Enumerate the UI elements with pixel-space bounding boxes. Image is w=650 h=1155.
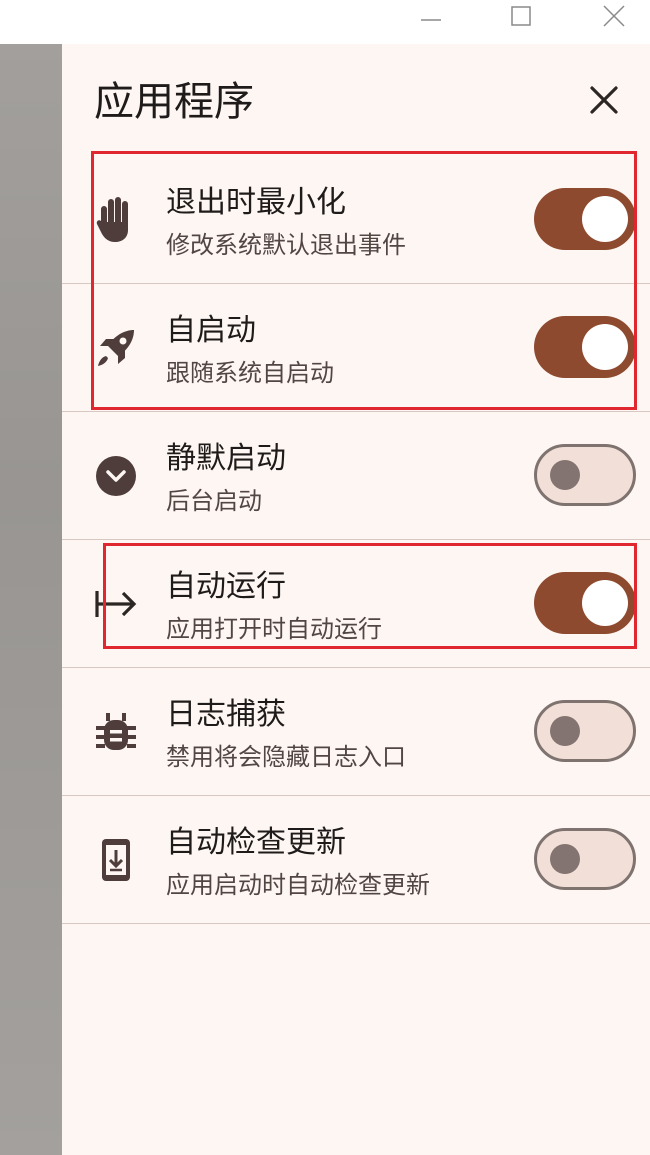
setting-auto-check-update: 自动检查更新 应用启动时自动检查更新	[62, 796, 650, 924]
bug-icon	[92, 708, 140, 756]
setting-subtitle: 应用启动时自动检查更新	[166, 871, 430, 899]
setting-minimize-on-exit: 退出时最小化 修改系统默认退出事件	[62, 156, 650, 284]
setting-title: 日志捕获	[166, 697, 286, 732]
settings-list: 退出时最小化 修改系统默认退出事件 自启动 跟随系统自启动 静默启动 后台启动 …	[62, 156, 650, 924]
minimize-icon	[421, 19, 441, 21]
log-capture-toggle[interactable]	[534, 700, 636, 762]
toggle-thumb	[550, 844, 580, 874]
phone-download-icon	[92, 836, 140, 884]
close-icon	[603, 5, 625, 27]
toggle-thumb	[582, 580, 628, 626]
panel-close-button[interactable]	[584, 80, 624, 120]
setting-title: 自动检查更新	[166, 825, 346, 860]
window-titlebar	[0, 0, 650, 44]
setting-title: 自动运行	[166, 569, 286, 604]
auto-check-update-toggle[interactable]	[534, 828, 636, 890]
minimize-on-exit-toggle[interactable]	[534, 188, 636, 250]
autostart-toggle[interactable]	[534, 316, 636, 378]
setting-subtitle: 禁用将会隐藏日志入口	[166, 743, 406, 771]
setting-title: 自启动	[166, 313, 256, 348]
setting-title: 退出时最小化	[166, 185, 346, 220]
setting-subtitle: 后台启动	[166, 487, 262, 515]
toggle-thumb	[582, 324, 628, 370]
setting-log-capture: 日志捕获 禁用将会隐藏日志入口	[62, 668, 650, 796]
toggle-thumb	[550, 460, 580, 490]
maximize-icon	[511, 6, 531, 26]
toggle-thumb	[550, 716, 580, 746]
chevron-down-circle-icon	[92, 452, 140, 500]
arrow-right-to-line-icon	[92, 580, 140, 628]
close-window-button[interactable]	[591, 0, 637, 32]
minimize-button[interactable]	[408, 0, 454, 32]
setting-title: 静默启动	[166, 441, 286, 476]
setting-subtitle: 跟随系统自启动	[166, 359, 334, 387]
dimmed-background[interactable]	[0, 44, 62, 1155]
hand-icon	[92, 196, 140, 244]
setting-autostart: 自启动 跟随系统自启动	[62, 284, 650, 412]
maximize-button[interactable]	[498, 0, 544, 32]
setting-auto-run: 自动运行 应用打开时自动运行	[62, 540, 650, 668]
setting-silent-start: 静默启动 后台启动	[62, 412, 650, 540]
setting-subtitle: 应用打开时自动运行	[166, 615, 382, 643]
settings-panel: 应用程序 退出时最小化 修改系统默认退出事件 自启动 跟随系统自启动 静默启动 …	[62, 44, 650, 1155]
panel-title: 应用程序	[94, 79, 254, 125]
setting-subtitle: 修改系统默认退出事件	[166, 231, 406, 259]
close-icon	[590, 86, 618, 114]
silent-start-toggle[interactable]	[534, 444, 636, 506]
toggle-thumb	[582, 196, 628, 242]
auto-run-toggle[interactable]	[534, 572, 636, 634]
rocket-icon	[92, 324, 140, 372]
